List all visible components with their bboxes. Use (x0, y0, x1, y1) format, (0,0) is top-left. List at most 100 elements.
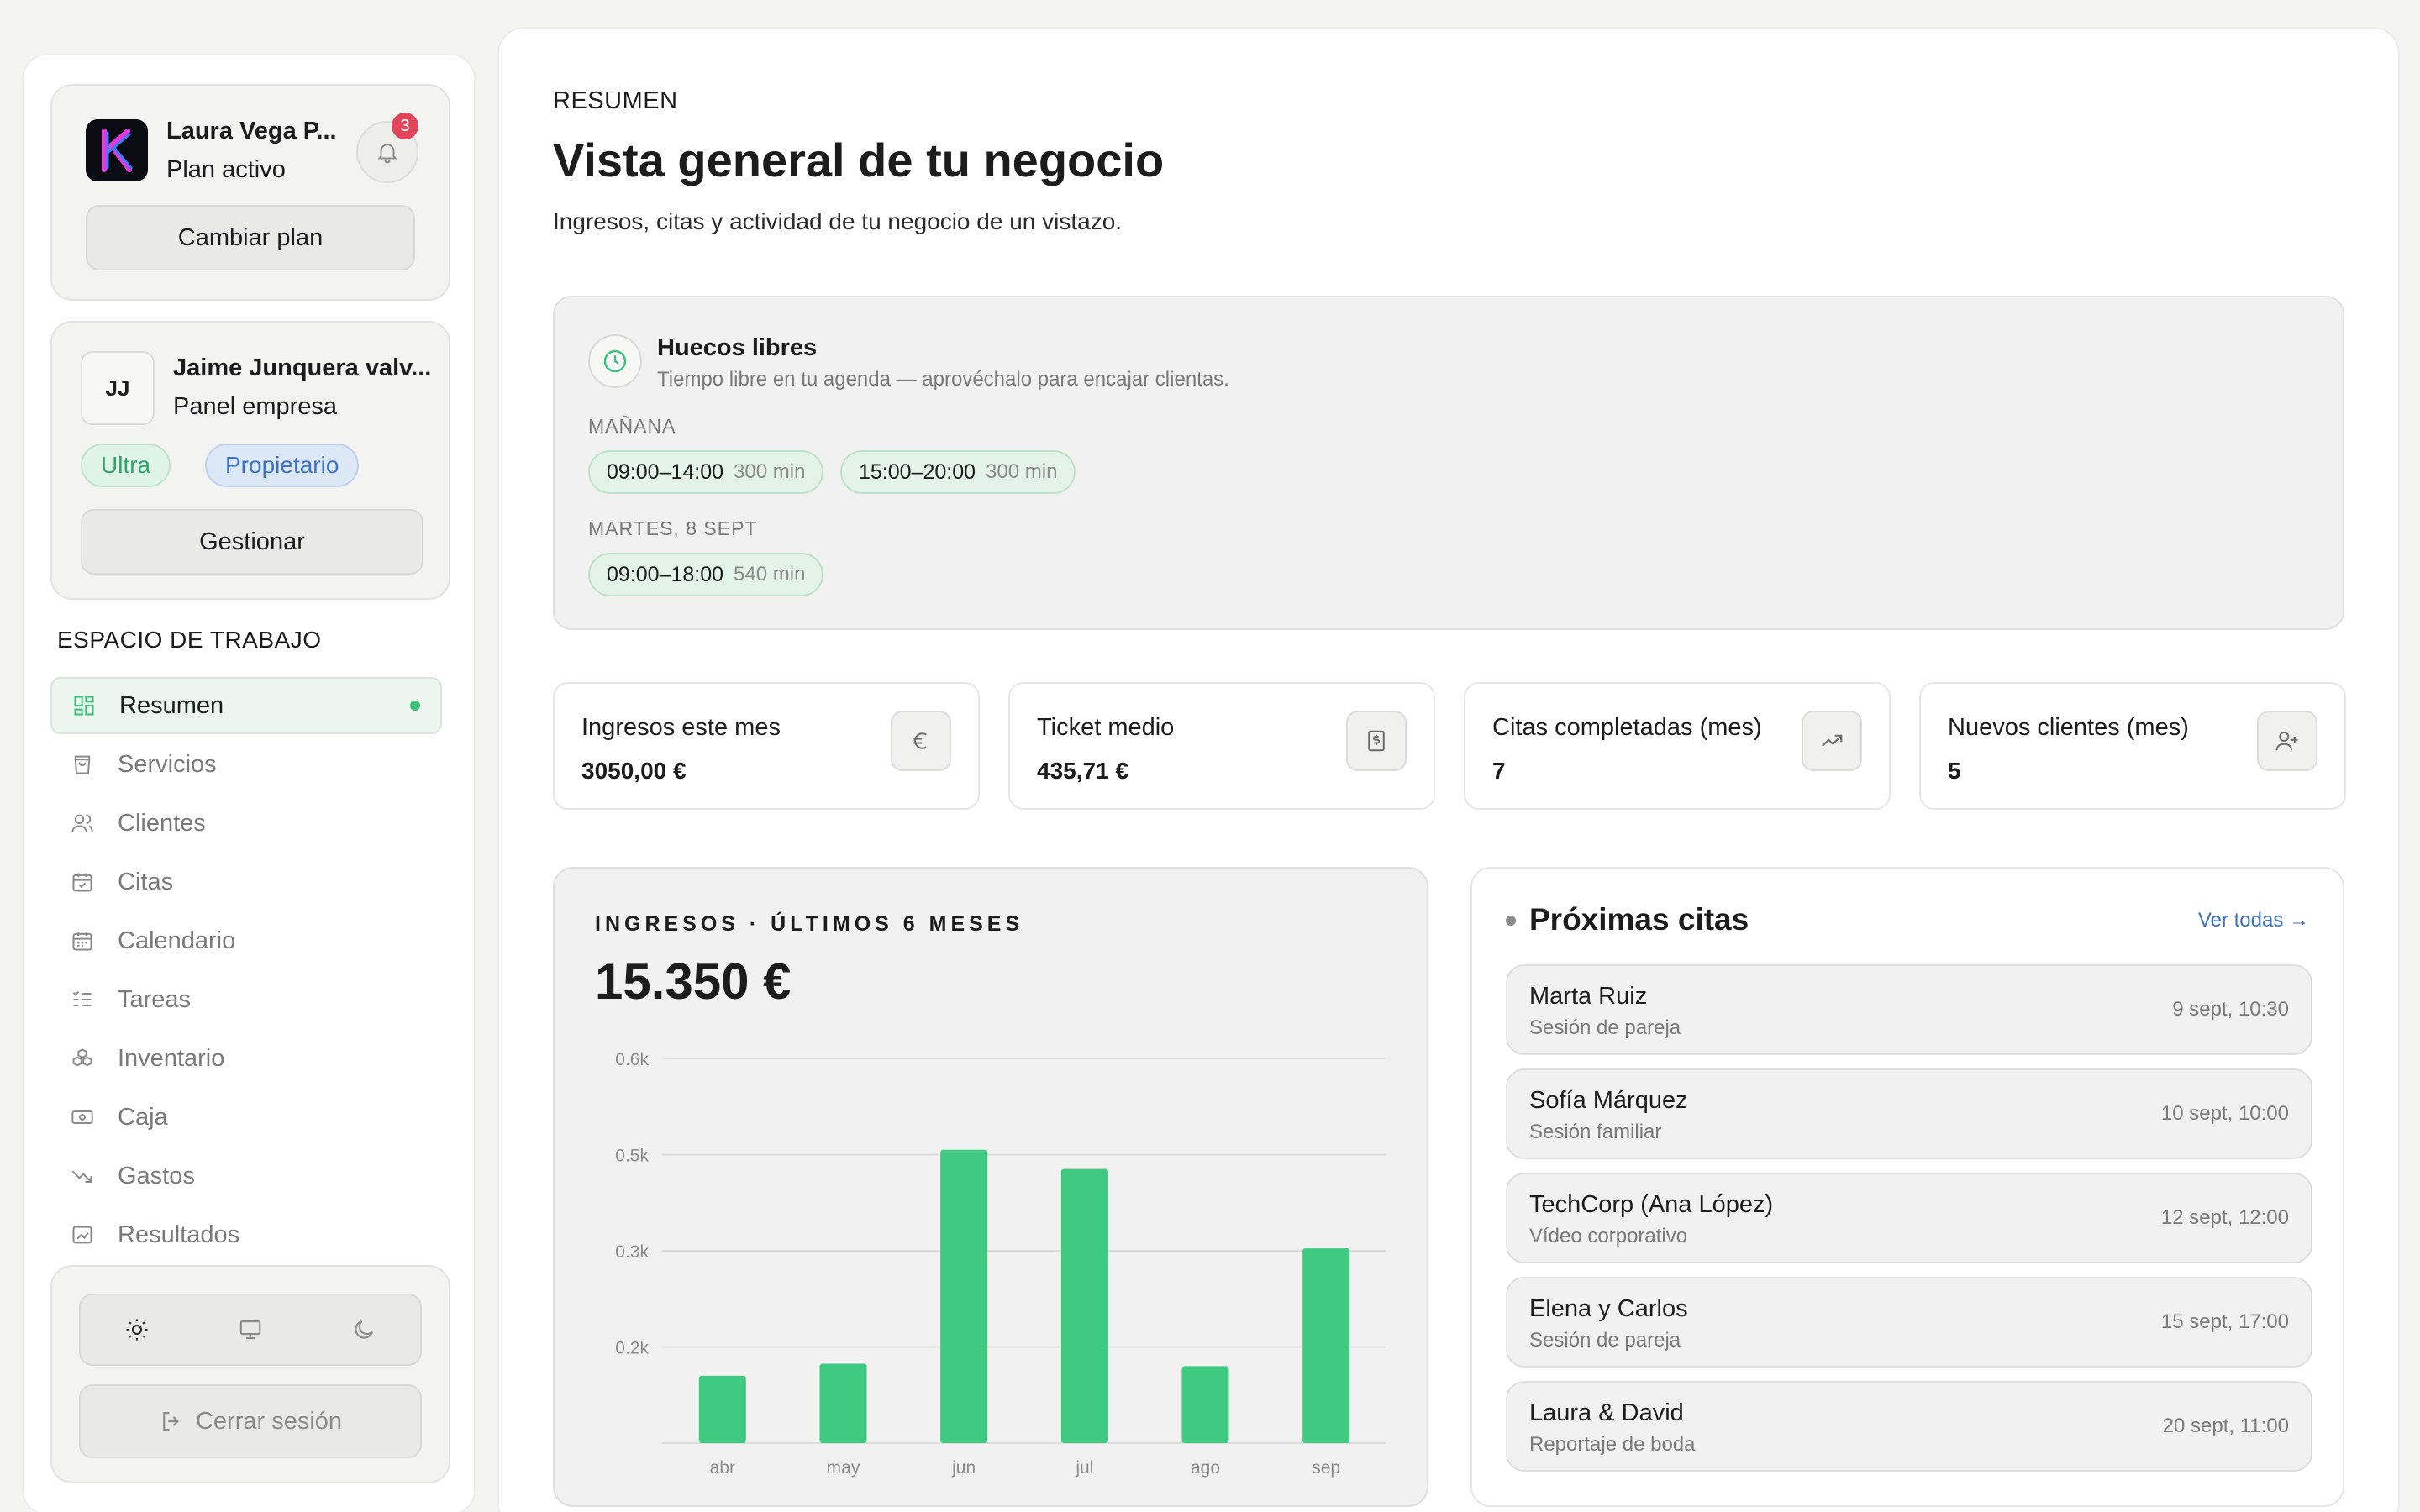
y-tick-label: 0.6k (615, 1050, 649, 1069)
sidebar-item-calendario[interactable]: Calendario (50, 912, 442, 969)
appointment-item[interactable]: Sofía Márquez Sesión familiar 10 sept, 1… (1506, 1068, 2312, 1159)
moon-icon (355, 1320, 373, 1339)
users-icon (71, 811, 101, 835)
day-label: MAÑANA (588, 415, 676, 437)
free-slots-subtitle: Tiempo libre en tu agenda — aprovéchalo … (657, 368, 1229, 391)
appointment-time: 12 sept, 12:00 (2160, 1206, 2289, 1229)
chart-box-icon (71, 1223, 101, 1247)
theme-light-button[interactable] (81, 1295, 194, 1364)
checklist-icon (71, 988, 101, 1011)
sidebar-item-inventario[interactable]: Inventario (50, 1030, 442, 1087)
calendar-check-icon (71, 870, 101, 894)
stat-value: 3050,00 € (581, 758, 687, 784)
sidebar-item-servicios[interactable]: Servicios (50, 736, 442, 793)
chart-bar (1302, 1248, 1350, 1443)
appointment-item[interactable]: Marta Ruiz Sesión de pareja 9 sept, 10:3… (1506, 964, 2312, 1055)
change-plan-button[interactable]: Cambiar plan (86, 205, 415, 270)
appointment-time: 20 sept, 11:00 (2162, 1415, 2289, 1437)
trend-up-icon (1802, 711, 1862, 771)
appointment-client: Laura & David (1529, 1399, 1684, 1426)
sidebar-item-caja[interactable]: Caja (50, 1089, 442, 1146)
appointment-client: Sofía Márquez (1529, 1087, 1688, 1114)
user-name: Jaime Junquera valv... (173, 354, 432, 381)
grid-icon (72, 694, 103, 717)
sidebar-item-label: Resultados (118, 1221, 240, 1248)
slot-duration: 300 min (734, 460, 806, 483)
logout-label: Cerrar sesión (195, 1407, 343, 1435)
slot-chip[interactable]: 09:00–14:00 300 min (588, 450, 824, 494)
sidebar-item-clientes[interactable]: Clientes (50, 795, 442, 852)
brand-logo (86, 119, 148, 181)
plan-card: Laura Vega P... Plan activo 3 Cambiar pl… (50, 84, 450, 301)
appointment-type: Reportaje de boda (1529, 1433, 1696, 1456)
theme-system-button[interactable] (194, 1295, 308, 1364)
ultra-badge: Ultra (81, 444, 171, 487)
bag-icon (71, 753, 101, 776)
stat-value: 435,71 € (1037, 758, 1128, 784)
appointments-title: Próximas citas (1529, 902, 1749, 937)
slot-duration: 300 min (986, 460, 1058, 483)
bell-icon (377, 144, 397, 164)
euro-icon (891, 711, 951, 771)
sidebar-item-gastos[interactable]: Gastos (50, 1147, 442, 1205)
slot-chip[interactable]: 09:00–18:00 540 min (588, 553, 824, 596)
appointment-client: Marta Ruiz (1529, 983, 1648, 1010)
sidebar-item-resultados[interactable]: Resultados (50, 1206, 442, 1263)
stat-card-avg-ticket: Ticket medio 435,71 € (1008, 682, 1435, 810)
sidebar-item-label: Servicios (118, 750, 217, 778)
status-dot (1506, 916, 1516, 926)
sidebar-item-citas[interactable]: Citas (50, 853, 442, 911)
receipt-icon (1346, 711, 1407, 771)
stat-card-new-clients: Nuevos clientes (mes) 5 (1919, 682, 2346, 810)
sidebar-item-label: Citas (118, 868, 174, 895)
x-tick-label: jun (951, 1458, 976, 1478)
appointment-item[interactable]: Laura & David Reportaje de boda 20 sept,… (1506, 1381, 2312, 1472)
sidebar-item-tareas[interactable]: Tareas (50, 971, 442, 1028)
sidebar-item-label: Calendario (118, 927, 236, 954)
clock-icon (588, 334, 642, 388)
appointment-type: Sesión de pareja (1529, 1329, 1681, 1352)
stat-value: 5 (1948, 758, 1961, 784)
theme-card: Cerrar sesión (50, 1265, 450, 1483)
manage-button[interactable]: Gestionar (81, 509, 424, 575)
stat-label: Ticket medio (1037, 714, 1175, 741)
appointment-time: 9 sept, 10:30 (2172, 998, 2289, 1021)
sidebar-item-label: Resumen (119, 691, 224, 719)
appointment-item[interactable]: TechCorp (Ana López) Vídeo corporativo 1… (1506, 1173, 2312, 1263)
plan-status: Plan activo (166, 156, 286, 183)
user-card: JJ Jaime Junquera valv... Panel empresa … (50, 321, 450, 600)
trend-down-icon (71, 1164, 101, 1188)
user-plus-icon (2257, 711, 2317, 771)
avatar: JJ (81, 351, 155, 425)
slot-duration: 540 min (734, 563, 806, 585)
slot-chip[interactable]: 15:00–20:00 300 min (840, 450, 1076, 494)
slot-range: 09:00–18:00 (607, 562, 724, 586)
sidebar-item-label: Inventario (118, 1044, 225, 1072)
logout-icon (163, 1411, 179, 1431)
main-panel: RESUMEN Vista general de tu negocio Ingr… (497, 27, 2400, 1512)
view-all-link[interactable]: Ver todas → (2198, 909, 2309, 932)
sidebar-item-resumen[interactable]: Resumen (50, 677, 442, 734)
theme-dark-button[interactable] (307, 1295, 420, 1364)
appointment-type: Sesión familiar (1529, 1121, 1662, 1143)
logout-button[interactable]: Cerrar sesión (79, 1384, 422, 1458)
appointment-client: TechCorp (Ana López) (1529, 1191, 1774, 1218)
y-tick-label: 0.3k (615, 1242, 649, 1262)
monitor-icon (239, 1320, 261, 1340)
appointment-time: 15 sept, 17:00 (2160, 1310, 2289, 1333)
chart-bar (698, 1375, 746, 1443)
boxes-icon (71, 1047, 101, 1070)
y-tick-label: 0.2k (615, 1339, 649, 1358)
calendar-icon (71, 929, 101, 953)
owner-badge: Propietario (205, 444, 360, 487)
sidebar-item-label: Clientes (118, 809, 206, 837)
appointment-item[interactable]: Elena y Carlos Sesión de pareja 15 sept,… (1506, 1277, 2312, 1368)
free-slots-card: Huecos libres Tiempo libre en tu agenda … (553, 296, 2344, 630)
section-eyebrow: RESUMEN (553, 87, 678, 114)
sidebar-item-label: Tareas (118, 985, 192, 1013)
stat-label: Ingresos este mes (581, 714, 781, 741)
chart-bar (1181, 1366, 1229, 1443)
user-role: Panel empresa (173, 393, 338, 420)
plan-owner-name: Laura Vega P... (166, 118, 337, 144)
x-tick-label: abr (710, 1458, 735, 1478)
